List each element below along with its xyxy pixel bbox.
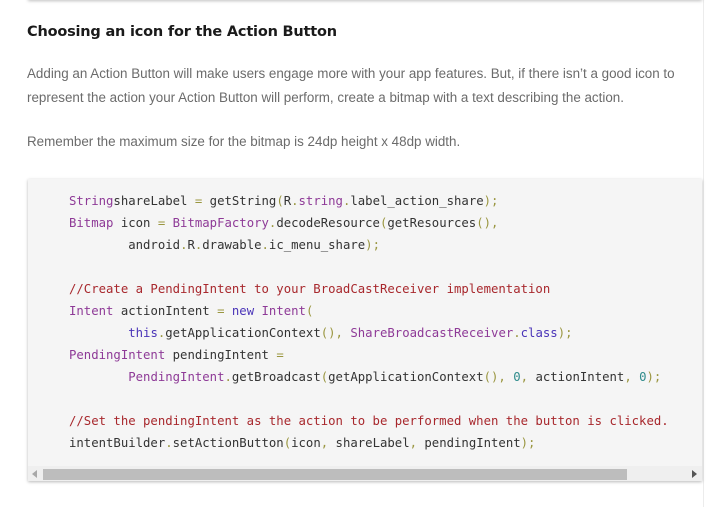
code-token: new [231, 304, 255, 318]
code-token: ); [365, 238, 380, 252]
code-line: Bitmap icon = BitmapFactory.decodeResour… [69, 212, 669, 234]
code-token: android [69, 238, 181, 252]
code-token: pendingIntent [165, 348, 277, 362]
code-token: . [165, 436, 173, 450]
code-token: getApplicationContext [165, 326, 321, 340]
code-line: Intent actionIntent = new Intent( [69, 300, 669, 322]
scroll-thumb[interactable] [43, 469, 627, 480]
section-heading: Choosing an icon for the Action Button [27, 24, 337, 40]
code-line: PendingIntent.getBroadcast(getApplicatio… [69, 366, 669, 388]
code-token: (), [320, 326, 343, 340]
code-token: String [69, 194, 114, 208]
code-token: . [261, 238, 269, 252]
code-token: , [409, 436, 417, 450]
code-token: , [520, 370, 529, 384]
code-token: PendingIntent [69, 348, 166, 362]
code-token: getBroadcast [231, 370, 321, 384]
code-token: . [513, 326, 521, 340]
code-token: = [276, 348, 284, 362]
arrow-right-icon[interactable] [692, 470, 697, 478]
code-token: label_action_share [350, 194, 484, 208]
code-token: R [283, 194, 292, 208]
code-token: 0 [513, 370, 521, 384]
code-token: BitmapFactory [172, 216, 269, 230]
code-token: class [520, 326, 558, 340]
code-token: shareLabel [328, 436, 410, 450]
code-token: ); [520, 436, 536, 450]
code-token: getString [202, 194, 277, 208]
intro-paragraph: Adding an Action Button will make users … [27, 66, 675, 105]
code-token: ( [276, 194, 284, 208]
code-block: StringshareLabel = getString(R.string.la… [28, 179, 702, 481]
code-token: this [128, 326, 158, 340]
arrow-left-icon[interactable] [32, 470, 37, 478]
code-token: icon [113, 216, 158, 230]
code-token: ( [305, 304, 314, 318]
code-token: ic_menu_share [268, 238, 366, 252]
code-token: shareLabel [113, 194, 195, 208]
code-token: Intent [261, 304, 306, 318]
code-line: //Create a PendingIntent to your BroadCa… [69, 278, 669, 300]
code-token: , [624, 370, 632, 384]
code-token: PendingIntent [128, 370, 225, 384]
code-line: android.R.drawable.ic_menu_share); [69, 234, 669, 256]
code-token: actionIntent [113, 304, 218, 318]
code-token: string [298, 194, 343, 208]
code-token: 0 [639, 370, 647, 384]
code-token: icon [291, 436, 321, 450]
code-token: ( [283, 436, 292, 450]
code-token: actionIntent [528, 370, 625, 384]
code-line: PendingIntent pendingIntent = [69, 344, 669, 366]
code-token: intentBuilder [69, 436, 166, 450]
code-token: getResources [387, 216, 477, 230]
code-token: //Create a PendingIntent to your BroadCa… [69, 282, 551, 296]
code-token: ShareBroadcastReceiver [350, 326, 514, 340]
code-line: intentBuilder.setActionButton(icon, shar… [69, 432, 669, 454]
code-token: (), [483, 370, 506, 384]
horizontal-scrollbar[interactable] [28, 466, 702, 481]
code-line: //Set the pendingIntent as the action to… [69, 410, 669, 432]
code-token: R [187, 238, 195, 252]
code-content: StringshareLabel = getString(R.string.la… [69, 190, 669, 454]
code-token: drawable [202, 238, 262, 252]
code-token: setActionButton [172, 436, 284, 450]
code-token: ); [646, 370, 662, 384]
code-token: ); [483, 194, 499, 208]
code-token: ); [557, 326, 573, 340]
code-token: //Set the pendingIntent as the action to… [69, 414, 669, 428]
size-note-paragraph: Remember the maximum size for the bitmap… [27, 134, 461, 149]
code-token: (), [476, 216, 499, 230]
code-token: Intent [69, 304, 114, 318]
code-token: decodeResource [276, 216, 380, 230]
code-line: this. getApplicationContext(), ShareBroad… [69, 322, 669, 344]
code-token: . [224, 370, 232, 384]
code-token: pendingIntent [417, 436, 521, 450]
code-token: getApplicationContext [328, 370, 484, 384]
code-token: Bitmap [69, 216, 114, 230]
code-token: . [291, 194, 299, 208]
code-line: StringshareLabel = getString(R.string.la… [69, 190, 669, 212]
